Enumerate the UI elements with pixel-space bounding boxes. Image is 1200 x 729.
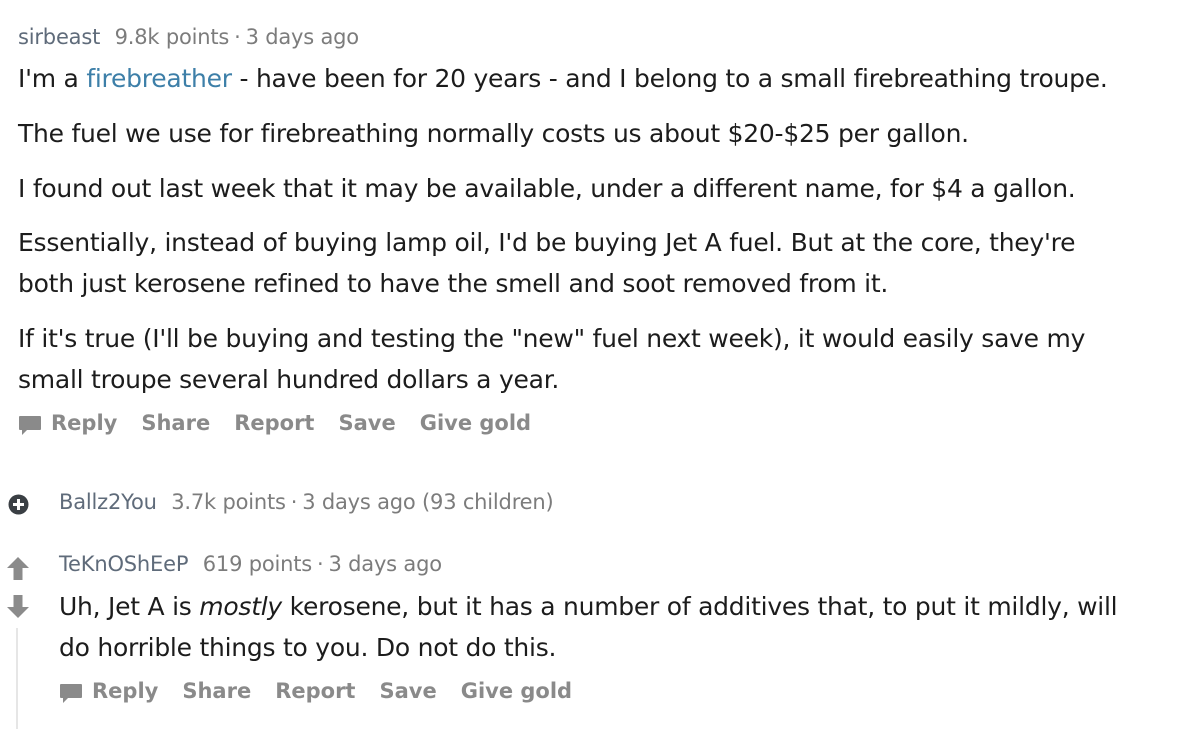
report-button[interactable]: Report	[234, 411, 314, 435]
comment-text: - have been for 20 years - and I belong …	[231, 64, 1108, 93]
meta-separator: ·	[317, 552, 324, 576]
report-button[interactable]: Report	[275, 679, 355, 703]
thread-line[interactable]	[16, 628, 18, 729]
comment-paragraph: Uh, Jet A is mostly kerosene, but it has…	[59, 586, 1118, 668]
comment-text-line: do horrible things to you. Do not do thi…	[59, 633, 557, 662]
comment-points: 619 points	[202, 552, 313, 576]
upvote-arrow-icon[interactable]	[6, 556, 30, 585]
comment-children-count[interactable]: (93 children)	[422, 490, 554, 514]
save-button[interactable]: Save	[379, 679, 436, 703]
comment-meta: Ballz2You 3.7k points · 3 days ago (93 chi…	[59, 490, 554, 514]
comment-actions: Reply Share Report Save Give gold	[59, 679, 596, 703]
comment-meta: TeKnOShEeP 619 points · 3 days ago	[59, 552, 442, 576]
comment-text: Uh, Jet A is	[59, 592, 200, 621]
comment-text: I'm a	[18, 64, 87, 93]
plus-circle-icon[interactable]	[8, 494, 29, 519]
comment-text-line: small troupe several hundred dollars a y…	[18, 365, 560, 394]
comment-text-line: Uh, Jet A is mostly kerosene, but it has…	[59, 586, 1118, 627]
comment-author[interactable]: Ballz2You	[59, 490, 157, 514]
reply-icon	[18, 415, 42, 435]
comment-paragraph: I found out last week that it may be ava…	[18, 174, 1076, 203]
comment-text: kerosene, but it has a number of additiv…	[281, 592, 1118, 621]
comment-time: 3 days ago	[245, 25, 360, 49]
give-gold-button[interactable]: Give gold	[420, 411, 531, 435]
firebreather-link[interactable]: firebreather	[86, 64, 232, 93]
comment-time: 3 days ago	[302, 490, 416, 514]
reply-button[interactable]: Reply	[51, 411, 117, 435]
reply-icon	[59, 683, 83, 703]
comment-author[interactable]: TeKnOShEeP	[59, 552, 188, 576]
comment-paragraph: The fuel we use for firebreathing normal…	[18, 119, 969, 148]
comment-author[interactable]: sirbeast	[18, 25, 100, 49]
share-button[interactable]: Share	[182, 679, 251, 703]
comment-emphasis: mostly	[199, 592, 282, 621]
comment-text-line: Essentially, instead of buying lamp oil,…	[18, 228, 1076, 257]
comment-points: 9.8k points	[114, 25, 230, 49]
comment-points: 3.7k points	[171, 490, 286, 514]
share-button[interactable]: Share	[141, 411, 210, 435]
comment-text-line: If it's true (I'll be buying and testing…	[18, 324, 1086, 353]
downvote-arrow-icon[interactable]	[6, 594, 30, 623]
comment-paragraph: If it's true (I'll be buying and testing…	[18, 318, 1085, 400]
give-gold-button[interactable]: Give gold	[461, 679, 572, 703]
meta-separator: ·	[234, 25, 241, 49]
meta-separator: ·	[290, 490, 298, 514]
comment-time: 3 days ago	[328, 552, 443, 576]
comment-text-line: both just kerosene refined to have the s…	[18, 269, 889, 298]
comment-paragraph: I'm a firebreather - have been for 20 ye…	[18, 58, 1108, 99]
save-button[interactable]: Save	[338, 411, 395, 435]
reply-button[interactable]: Reply	[92, 679, 158, 703]
comment-paragraph: Essentially, instead of buying lamp oil,…	[18, 222, 1075, 304]
comment-meta: sirbeast 9.8k points · 3 days ago	[18, 25, 359, 49]
comment-actions: Reply Share Report Save Give gold	[18, 411, 555, 435]
